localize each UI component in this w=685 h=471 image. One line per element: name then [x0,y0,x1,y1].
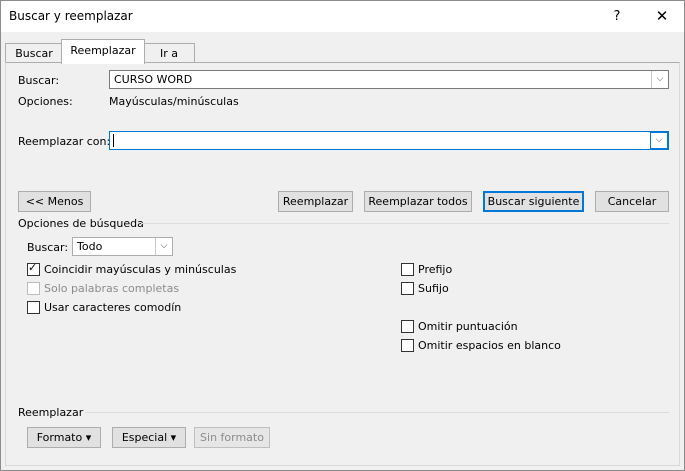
wildcards-checkbox[interactable] [27,301,40,314]
direction-dropdown-icon[interactable]: ⌵ [155,238,172,255]
prefix-checkbox[interactable] [401,263,414,276]
find-input-value: CURSO WORD [114,73,193,86]
tab-buscar[interactable]: Buscar [5,43,63,63]
ignore-punctuation-checkbox[interactable] [401,320,414,333]
replace-section-divider [85,412,669,413]
whole-words-checkbox [27,282,40,295]
replace-button[interactable]: Reemplazar [278,191,353,212]
close-icon[interactable]: ✕ [640,1,684,32]
check-icon: ✓ [28,261,38,274]
help-icon[interactable]: ? [595,1,639,32]
match-case-label: Coincidir mayúsculas y minúsculas [44,263,237,276]
cancel-button[interactable]: Cancelar [595,191,669,212]
replace-input[interactable]: ⌵ [109,131,669,150]
wildcards-label: Usar caracteres comodín [44,301,182,314]
format-dropdown-icon: ▾ [85,431,92,444]
replace-label: Reemplazar con: [18,135,111,148]
tab-reemplazar[interactable]: Reemplazar [61,39,145,64]
direction-label: Buscar: [27,241,69,254]
less-button[interactable]: << Menos [18,191,91,212]
replace-dropdown-icon[interactable]: ⌵ [650,132,668,149]
ignore-whitespace-label: Omitir espacios en blanco [418,339,561,352]
direction-value: Todo [77,240,103,253]
options-value: Mayúsculas/minúsculas [109,95,239,108]
prefix-label: Prefijo [418,263,453,276]
search-options-divider [141,223,669,224]
search-options-label: Opciones de búsqueda [18,217,144,230]
find-next-button[interactable]: Buscar siguiente [483,191,584,212]
match-case-checkbox[interactable]: ✓ [27,261,40,276]
window-title: Buscar y reemplazar [9,9,133,23]
format-button[interactable]: Formato ▾ [27,427,101,448]
direction-select[interactable]: Todo ⌵ [72,237,173,256]
format-button-label: Formato [36,431,83,444]
replace-section-label: Reemplazar [18,406,84,419]
title-bar: Buscar y reemplazar ? ✕ [1,1,684,32]
find-input[interactable]: CURSO WORD ⌵ [109,70,669,89]
find-label: Buscar: [18,74,60,87]
whole-words-label: Solo palabras completas [44,282,180,295]
suffix-checkbox[interactable] [401,282,414,295]
find-replace-dialog: Buscar y reemplazar ? ✕ Buscar Reemplaza… [0,0,685,471]
special-dropdown-icon: ▾ [170,431,177,444]
ignore-punctuation-label: Omitir puntuación [418,320,518,333]
find-dropdown-icon[interactable]: ⌵ [651,71,668,88]
options-label: Opciones: [18,95,73,108]
special-button[interactable]: Especial ▾ [112,427,186,448]
ignore-whitespace-checkbox[interactable] [401,339,414,352]
no-format-button: Sin formato [194,427,270,448]
suffix-label: Sufijo [418,282,449,295]
tab-ir-a[interactable]: Ir a [143,43,195,63]
text-caret [113,134,114,147]
replace-all-button[interactable]: Reemplazar todos [364,191,472,212]
special-button-label: Especial [121,431,168,444]
